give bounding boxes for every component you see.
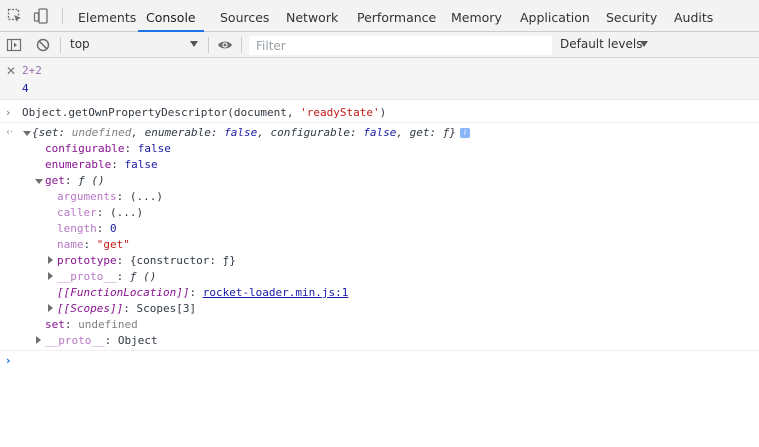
command-text: Object.getOwnPropertyDescriptor(document…	[22, 106, 301, 119]
tab-audits[interactable]: Audits	[674, 0, 713, 32]
property-configurable: configurable: false	[45, 142, 171, 155]
tab-memory[interactable]: Memory	[451, 0, 502, 32]
expand-triangle-right-icon[interactable]	[36, 336, 41, 344]
expand-triangle-right-icon[interactable]	[48, 304, 53, 312]
property-arguments[interactable]: arguments: (...)	[57, 190, 163, 204]
clear-console-icon[interactable]	[35, 37, 51, 53]
prompt-chevron-icon: ›	[6, 354, 11, 367]
console-prompt-input[interactable]	[22, 354, 742, 414]
toolbar-separator	[241, 37, 242, 53]
row-divider	[0, 350, 759, 351]
context-selector[interactable]: top	[70, 37, 90, 51]
toolbar-separator	[60, 37, 61, 53]
property-proto[interactable]: __proto__: Object	[45, 334, 158, 348]
console-toolbar: top Default levels	[0, 32, 759, 58]
tab-performance[interactable]: Performance	[357, 0, 436, 32]
row-divider	[0, 122, 759, 123]
device-toolbar-icon[interactable]	[33, 8, 49, 24]
filter-input[interactable]	[249, 36, 552, 55]
input-chevron-icon: ›	[6, 106, 11, 119]
tab-security[interactable]: Security	[606, 0, 657, 32]
property-caller[interactable]: caller: (...)	[57, 206, 143, 220]
property-function-location: [[FunctionLocation]]: rocket-loader.min.…	[57, 286, 349, 299]
levels-dropdown-arrow-icon[interactable]	[640, 41, 648, 47]
expand-triangle-right-icon[interactable]	[48, 272, 53, 280]
property-proto-inner[interactable]: __proto__: ƒ ()	[57, 270, 156, 284]
tab-sources[interactable]: Sources	[220, 0, 269, 32]
output-chevron-icon: ‹·	[6, 127, 14, 138]
eager-input: 2+2	[22, 64, 42, 77]
property-set: set: undefined	[45, 318, 138, 331]
log-levels-dropdown[interactable]: Default levels	[560, 37, 642, 51]
context-dropdown-arrow-icon[interactable]	[190, 41, 198, 47]
command-line[interactable]: Object.getOwnPropertyDescriptor(document…	[22, 106, 386, 120]
property-length: length: 0	[57, 222, 117, 235]
info-icon[interactable]: i	[459, 128, 470, 138]
expand-triangle-right-icon[interactable]	[48, 256, 53, 264]
live-expression-eye-icon[interactable]	[217, 37, 233, 53]
inspect-element-icon[interactable]	[7, 8, 23, 24]
expand-triangle-down-icon[interactable]	[35, 179, 43, 184]
property-scopes[interactable]: [[Scopes]]: Scopes[3]	[57, 302, 196, 316]
result-summary[interactable]: {set: undefined, enumerable: false, conf…	[32, 126, 470, 140]
devtools-tabbar: Elements Console Sources Network Perform…	[0, 0, 759, 32]
console-output: ✕ 2+2 4 › Object.getOwnPropertyDescripto…	[0, 58, 759, 447]
property-get[interactable]: get: ƒ ()	[45, 174, 105, 188]
tab-console[interactable]: Console	[138, 0, 204, 32]
eager-result: 4	[22, 82, 29, 95]
tab-elements[interactable]: Elements	[78, 0, 136, 32]
tab-application[interactable]: Application	[520, 0, 590, 32]
toolbar-separator	[208, 37, 209, 53]
function-location-link[interactable]: rocket-loader.min.js:1	[203, 286, 349, 299]
toolbar-separator	[62, 8, 63, 24]
property-name: name: "get"	[57, 238, 130, 251]
tab-network[interactable]: Network	[286, 0, 338, 32]
expand-triangle-down-icon[interactable]	[23, 131, 31, 136]
property-enumerable: enumerable: false	[45, 158, 158, 171]
command-string-arg: 'readyState'	[300, 106, 380, 119]
command-close-paren: )	[379, 106, 387, 119]
close-icon[interactable]: ✕	[6, 64, 16, 78]
show-sidebar-icon[interactable]	[6, 37, 22, 53]
property-prototype[interactable]: prototype: {constructor: ƒ}	[57, 254, 236, 268]
eager-evaluation-panel: ✕ 2+2 4	[0, 58, 759, 100]
